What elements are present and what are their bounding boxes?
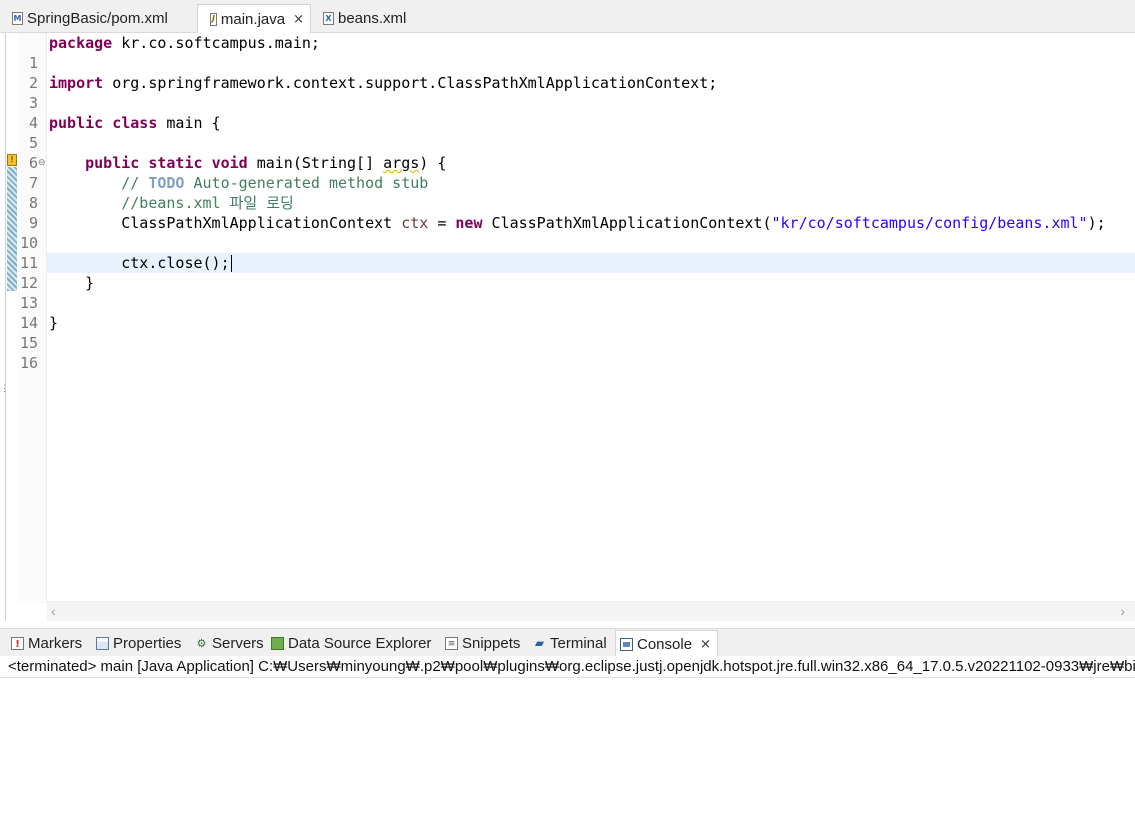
tab-label: Properties <box>113 635 182 652</box>
annotation-ruler: ! <box>6 33 18 603</box>
data-source-explorer-icon <box>271 637 284 650</box>
code-line: 5 public class main { <box>29 113 1135 152</box>
tab-label: beans.xml <box>338 10 407 27</box>
line-number: 14 <box>19 314 38 332</box>
java-file-icon: J <box>210 12 217 26</box>
line-number: 2 <box>28 74 38 92</box>
code-line: 8 // TODO Auto-generated method stub <box>29 173 1135 212</box>
line-number: 5 <box>28 134 38 152</box>
markers-icon: ! <box>11 637 24 650</box>
snippets-icon: ≡ <box>445 637 458 650</box>
code-line: 11 <box>20 233 1135 272</box>
line-number: 12 <box>19 274 38 292</box>
tab-servers[interactable]: ⚙ Servers <box>195 630 264 657</box>
line-number: 13 <box>19 294 38 312</box>
tab-label: main.java <box>220 10 286 28</box>
unused-param-warning: args <box>383 154 420 172</box>
tab-label: Servers <box>212 635 264 652</box>
line-number: 4 <box>28 114 38 132</box>
line-number: 6 <box>28 154 38 172</box>
tab-label: Markers <box>28 635 83 652</box>
tab-console[interactable]: Console × <box>615 630 718 657</box>
sash-handle-icon[interactable]: ⋮ <box>0 383 9 394</box>
tab-properties[interactable]: Properties <box>96 630 181 657</box>
line-number: 1 <box>28 54 38 72</box>
line-number: 15 <box>19 334 38 352</box>
code-line: 4 <box>29 93 1135 132</box>
tab-main-java[interactable]: J main.java × <box>197 4 311 33</box>
code-editor[interactable]: ! 1 package kr.co.softcampus.main; 2 3 i… <box>0 33 1135 621</box>
tab-snippets[interactable]: ≡ Snippets <box>445 630 520 657</box>
tab-label: SpringBasic/pom.xml <box>27 10 168 27</box>
code-area[interactable]: 1 package kr.co.softcampus.main; 2 3 imp… <box>19 33 1135 603</box>
tab-label: Console <box>637 635 693 653</box>
line-number: 8 <box>28 194 38 212</box>
code-line: 10 ClassPathXmlApplicationContext ctx = … <box>19 214 1106 252</box>
close-icon[interactable]: × <box>700 637 711 652</box>
code-line: 16 <box>20 333 1135 372</box>
code-line: 1 package kr.co.softcampus.main; <box>29 33 1135 72</box>
console-icon <box>620 637 633 651</box>
line-number: 10 <box>19 234 38 252</box>
code-line: 6 <box>29 133 1135 172</box>
tab-markers[interactable]: ! Markers <box>11 630 82 657</box>
code-line: 7 ⊖ public static void main(String[] arg… <box>29 153 1135 192</box>
tab-label: Snippets <box>462 635 521 652</box>
terminal-icon: ▰ <box>534 636 545 650</box>
code-line: 3 import org.springframework.context.sup… <box>29 73 1135 112</box>
tab-data-source-explorer[interactable]: Data Source Explorer <box>271 630 431 657</box>
line-number: 11 <box>19 254 38 272</box>
code-line: 15 } <box>19 314 59 352</box>
xml-file-icon: X <box>323 12 334 25</box>
code-line: 14 <box>20 293 1135 332</box>
console-process-label: <terminated> main [Java Application] C:₩… <box>0 656 1135 678</box>
line-number: 3 <box>28 94 38 112</box>
maven-pom-file-icon: M <box>12 12 23 25</box>
scroll-left-icon[interactable]: ‹ <box>51 602 56 620</box>
editor-tab-bar: M SpringBasic/pom.xml J main.java × X be… <box>0 0 1135 33</box>
occurrence-annotation-strip <box>7 167 17 291</box>
properties-icon <box>96 637 109 650</box>
tab-beans-xml[interactable]: X beans.xml <box>311 4 412 33</box>
scroll-right-icon[interactable]: › <box>1120 602 1125 620</box>
line-number: 16 <box>19 354 38 372</box>
code-line: 13 } <box>19 274 95 312</box>
line-number: 7 <box>28 174 38 192</box>
tab-pom-xml[interactable]: M SpringBasic/pom.xml <box>0 4 174 33</box>
text-caret <box>230 255 232 272</box>
code-line: 2 <box>29 53 1135 92</box>
tab-label: Data Source Explorer <box>288 635 432 652</box>
current-code-line: 12 ctx.close(); <box>20 253 1135 292</box>
tab-label: Terminal <box>550 635 607 652</box>
views-tab-bar: ! Markers Properties ⚙ Servers Data Sour… <box>0 628 1135 657</box>
quick-fix-warning-icon[interactable]: ! <box>7 154 17 166</box>
console-output[interactable] <box>0 678 1135 832</box>
close-icon[interactable]: × <box>293 12 304 27</box>
servers-icon: ⚙ <box>196 637 207 650</box>
fold-toggle-icon[interactable]: ⊖ <box>38 153 46 173</box>
tab-terminal[interactable]: ▰ Terminal <box>533 630 607 657</box>
code-line: 9 //beans.xml 파일 로딩 <box>29 193 1135 232</box>
horizontal-scrollbar[interactable]: ‹ › <box>47 601 1135 621</box>
line-number: 9 <box>28 214 38 232</box>
